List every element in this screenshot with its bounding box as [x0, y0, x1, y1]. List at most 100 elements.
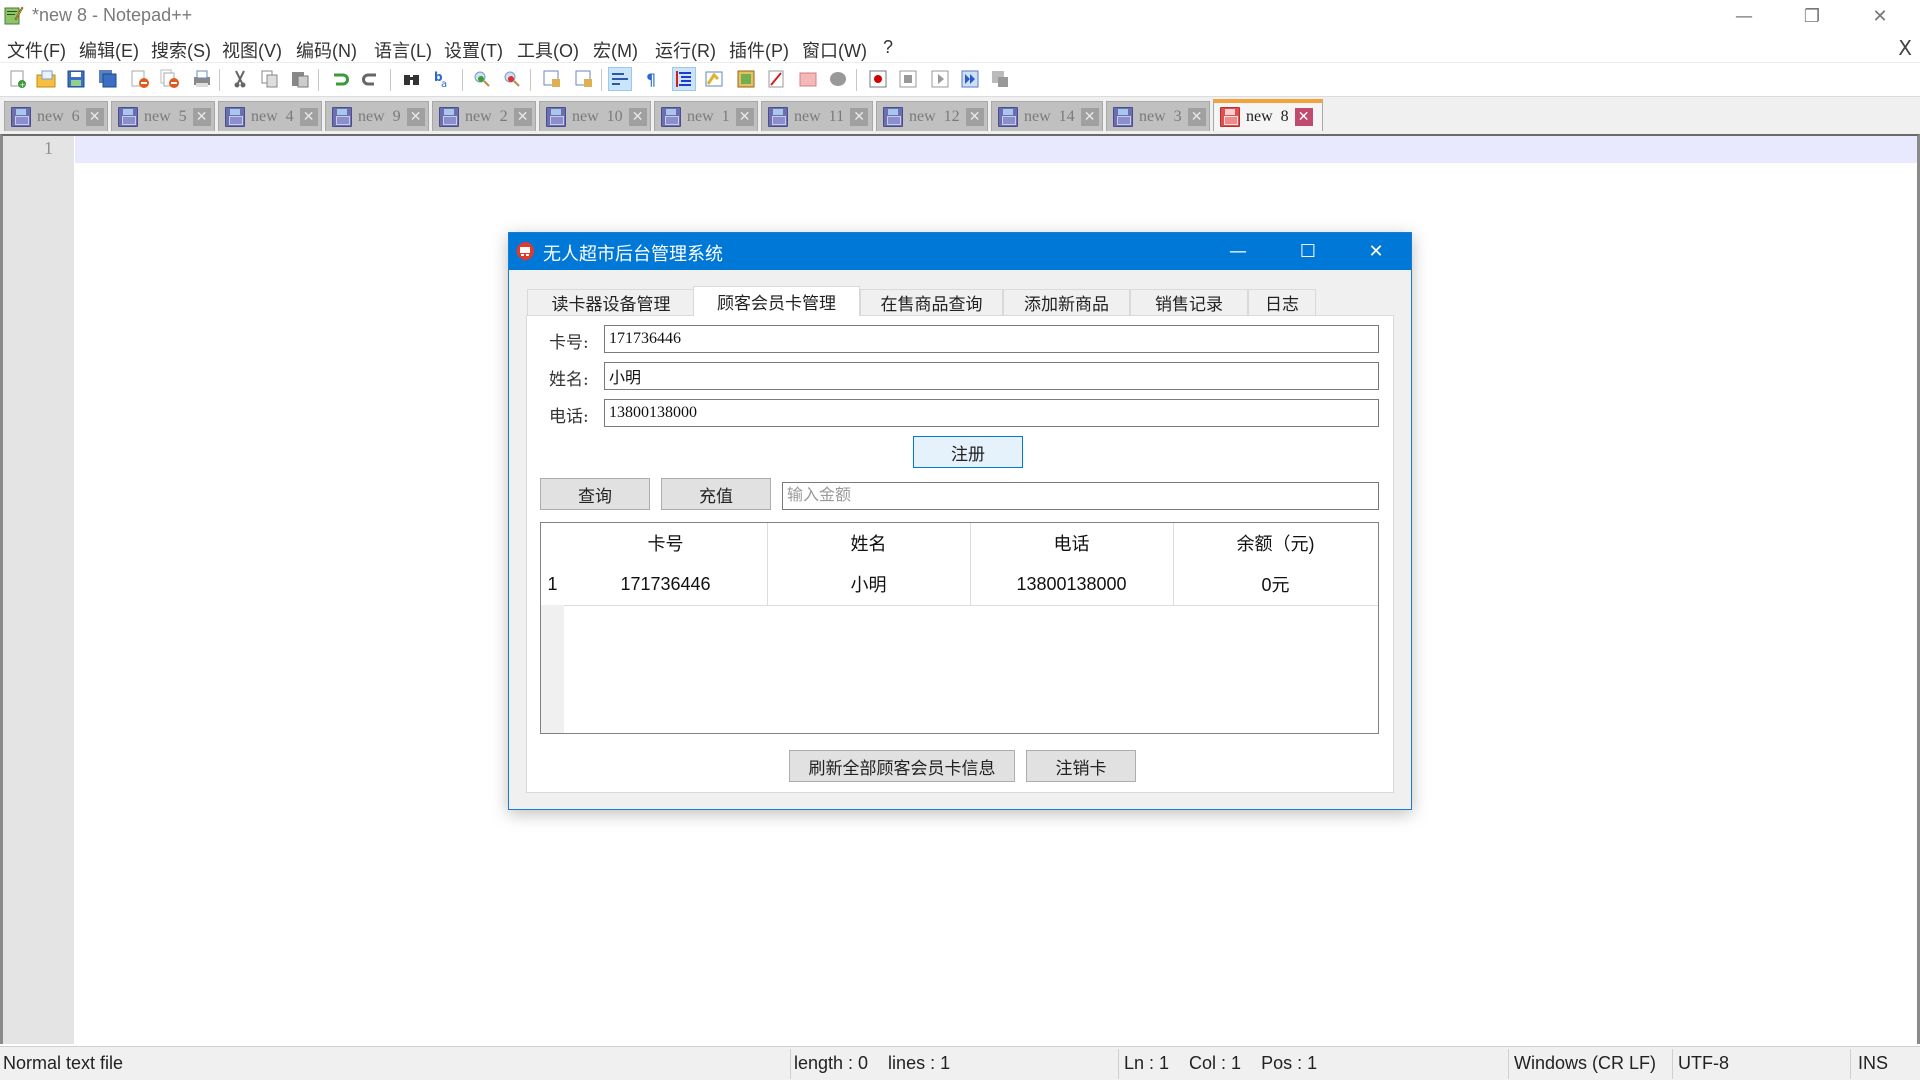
doc-tab[interactable]: new 9 ✕ — [325, 101, 429, 131]
doc-tab[interactable]: new 3 ✕ — [1106, 101, 1210, 131]
column-header-phone[interactable]: 电话 — [970, 523, 1173, 563]
run-macro-multiple-button[interactable] — [958, 67, 982, 91]
zoom-out-button[interactable] — [500, 67, 524, 91]
zoom-in-button[interactable] — [470, 67, 494, 91]
table-cell-phone[interactable]: 13800138000 — [970, 563, 1173, 605]
table-cell-card-number[interactable]: 171736446 — [564, 563, 767, 605]
cancel-card-button[interactable]: 注销卡 — [1026, 750, 1136, 782]
find-button[interactable] — [400, 67, 424, 91]
doc-tab[interactable]: new 11 ✕ — [761, 101, 873, 131]
tab-close-icon[interactable]: ✕ — [735, 107, 754, 126]
tab-close-icon[interactable]: ✕ — [965, 107, 984, 126]
phone-input[interactable] — [604, 399, 1379, 427]
tab-add-new-product[interactable]: 添加新商品 — [1003, 289, 1130, 315]
new-file-button[interactable]: + — [6, 67, 30, 91]
menu-file[interactable]: 文件(F) — [7, 37, 66, 63]
tab-sales-records[interactable]: 销售记录 — [1130, 289, 1248, 315]
folder-as-workspace-button[interactable] — [796, 67, 820, 91]
show-all-characters-button[interactable]: ¶ — [640, 67, 664, 91]
close-document-button[interactable]: X — [1898, 36, 1912, 60]
tab-close-icon[interactable]: ✕ — [1294, 108, 1313, 126]
menu-view[interactable]: 视图(V) — [222, 37, 282, 63]
save-button[interactable] — [64, 67, 88, 91]
tab-close-icon[interactable]: ✕ — [513, 107, 532, 126]
close-button[interactable] — [128, 67, 152, 91]
tab-close-icon[interactable]: ✕ — [1187, 107, 1206, 126]
column-header-card-number[interactable]: 卡号 — [564, 523, 767, 563]
doc-tab[interactable]: new 5 ✕ — [111, 101, 215, 131]
tab-close-icon[interactable]: ✕ — [85, 107, 104, 126]
indent-guide-button[interactable] — [672, 67, 696, 91]
card-number-input[interactable] — [604, 325, 1379, 353]
stop-recording-button[interactable] — [896, 67, 920, 91]
undo-button[interactable] — [328, 67, 352, 91]
open-file-button[interactable] — [34, 67, 58, 91]
column-header-balance[interactable]: 余额（元) — [1173, 523, 1378, 563]
table-cell-name[interactable]: 小明 — [767, 563, 970, 605]
doc-tab[interactable]: new 4 ✕ — [218, 101, 322, 131]
query-button[interactable]: 查询 — [540, 478, 650, 510]
document-map-button[interactable] — [734, 67, 758, 91]
menu-search[interactable]: 搜索(S) — [151, 37, 211, 63]
table-cell-balance[interactable]: 0元 — [1173, 563, 1378, 605]
menu-encoding[interactable]: 编码(N) — [296, 37, 357, 63]
doc-tab[interactable]: new 10 ✕ — [539, 101, 651, 131]
register-button[interactable]: 注册 — [913, 436, 1023, 468]
tab-products-on-sale[interactable]: 在售商品查询 — [860, 289, 1003, 315]
replace-button[interactable]: ba — [430, 67, 454, 91]
menu-language[interactable]: 语言(L) — [374, 37, 432, 63]
tab-log[interactable]: 日志 — [1248, 289, 1316, 315]
dialog-minimize-button[interactable]: — — [1203, 233, 1273, 270]
cut-button[interactable] — [228, 67, 252, 91]
restore-window-button[interactable]: ❐ — [1778, 0, 1846, 32]
dialog-close-button[interactable]: ✕ — [1341, 233, 1411, 270]
tab-member-card-management[interactable]: 顾客会员卡管理 — [693, 286, 860, 316]
copy-button[interactable] — [258, 67, 282, 91]
function-list-button[interactable] — [764, 67, 788, 91]
doc-tab[interactable]: new 6 ✕ — [4, 101, 108, 131]
recharge-button[interactable]: 充值 — [661, 478, 771, 510]
name-input[interactable] — [604, 362, 1379, 390]
word-wrap-button[interactable] — [608, 67, 632, 91]
menu-help[interactable]: ? — [883, 37, 893, 58]
doc-tab[interactable]: new 2 ✕ — [432, 101, 536, 131]
minimize-window-button[interactable]: — — [1710, 0, 1778, 32]
playback-button[interactable] — [928, 67, 952, 91]
doc-tab[interactable]: new 12 ✕ — [876, 101, 988, 131]
refresh-all-cards-button[interactable]: 刷新全部顾客会员卡信息 — [789, 750, 1015, 782]
close-window-button[interactable]: ✕ — [1846, 0, 1914, 32]
doc-tab-active[interactable]: new 8 ✕ — [1213, 99, 1323, 131]
menu-plugins[interactable]: 插件(P) — [729, 37, 789, 63]
sync-horizontal-button[interactable] — [572, 67, 596, 91]
print-button[interactable] — [190, 67, 214, 91]
redo-button[interactable] — [358, 67, 382, 91]
sync-vertical-button[interactable] — [540, 67, 564, 91]
tab-close-icon[interactable]: ✕ — [192, 107, 211, 126]
tab-close-icon[interactable]: ✕ — [299, 107, 318, 126]
paste-button[interactable] — [288, 67, 312, 91]
menu-window[interactable]: 窗口(W) — [802, 37, 867, 63]
menu-run[interactable]: 运行(R) — [655, 37, 716, 63]
save-macro-button[interactable] — [988, 67, 1012, 91]
tab-close-icon[interactable]: ✕ — [406, 107, 425, 126]
doc-tab[interactable]: new 1 ✕ — [654, 101, 758, 131]
tab-close-icon[interactable]: ✕ — [850, 107, 869, 126]
menu-macro[interactable]: 宏(M) — [593, 37, 638, 63]
doc-tab[interactable]: new 14 ✕ — [991, 101, 1103, 131]
menu-settings[interactable]: 设置(T) — [444, 37, 503, 63]
close-all-button[interactable] — [158, 67, 182, 91]
user-defined-language-button[interactable] — [702, 67, 726, 91]
menu-edit[interactable]: 编辑(E) — [79, 37, 139, 63]
tab-close-icon[interactable]: ✕ — [1080, 107, 1099, 126]
column-header-name[interactable]: 姓名 — [767, 523, 970, 563]
menu-tools[interactable]: 工具(O) — [517, 37, 579, 63]
save-all-button[interactable] — [96, 67, 120, 91]
amount-input[interactable] — [782, 482, 1379, 510]
dialog-maximize-button[interactable]: ☐ — [1273, 233, 1343, 270]
start-recording-button[interactable] — [866, 67, 890, 91]
dialog-title-bar[interactable]: 无人超市后台管理系统 — ☐ ✕ — [509, 233, 1411, 270]
monitoring-button[interactable] — [826, 67, 850, 91]
tab-card-reader-management[interactable]: 读卡器设备管理 — [527, 289, 695, 315]
row-number[interactable]: 1 — [541, 563, 564, 605]
tab-close-icon[interactable]: ✕ — [628, 107, 647, 126]
